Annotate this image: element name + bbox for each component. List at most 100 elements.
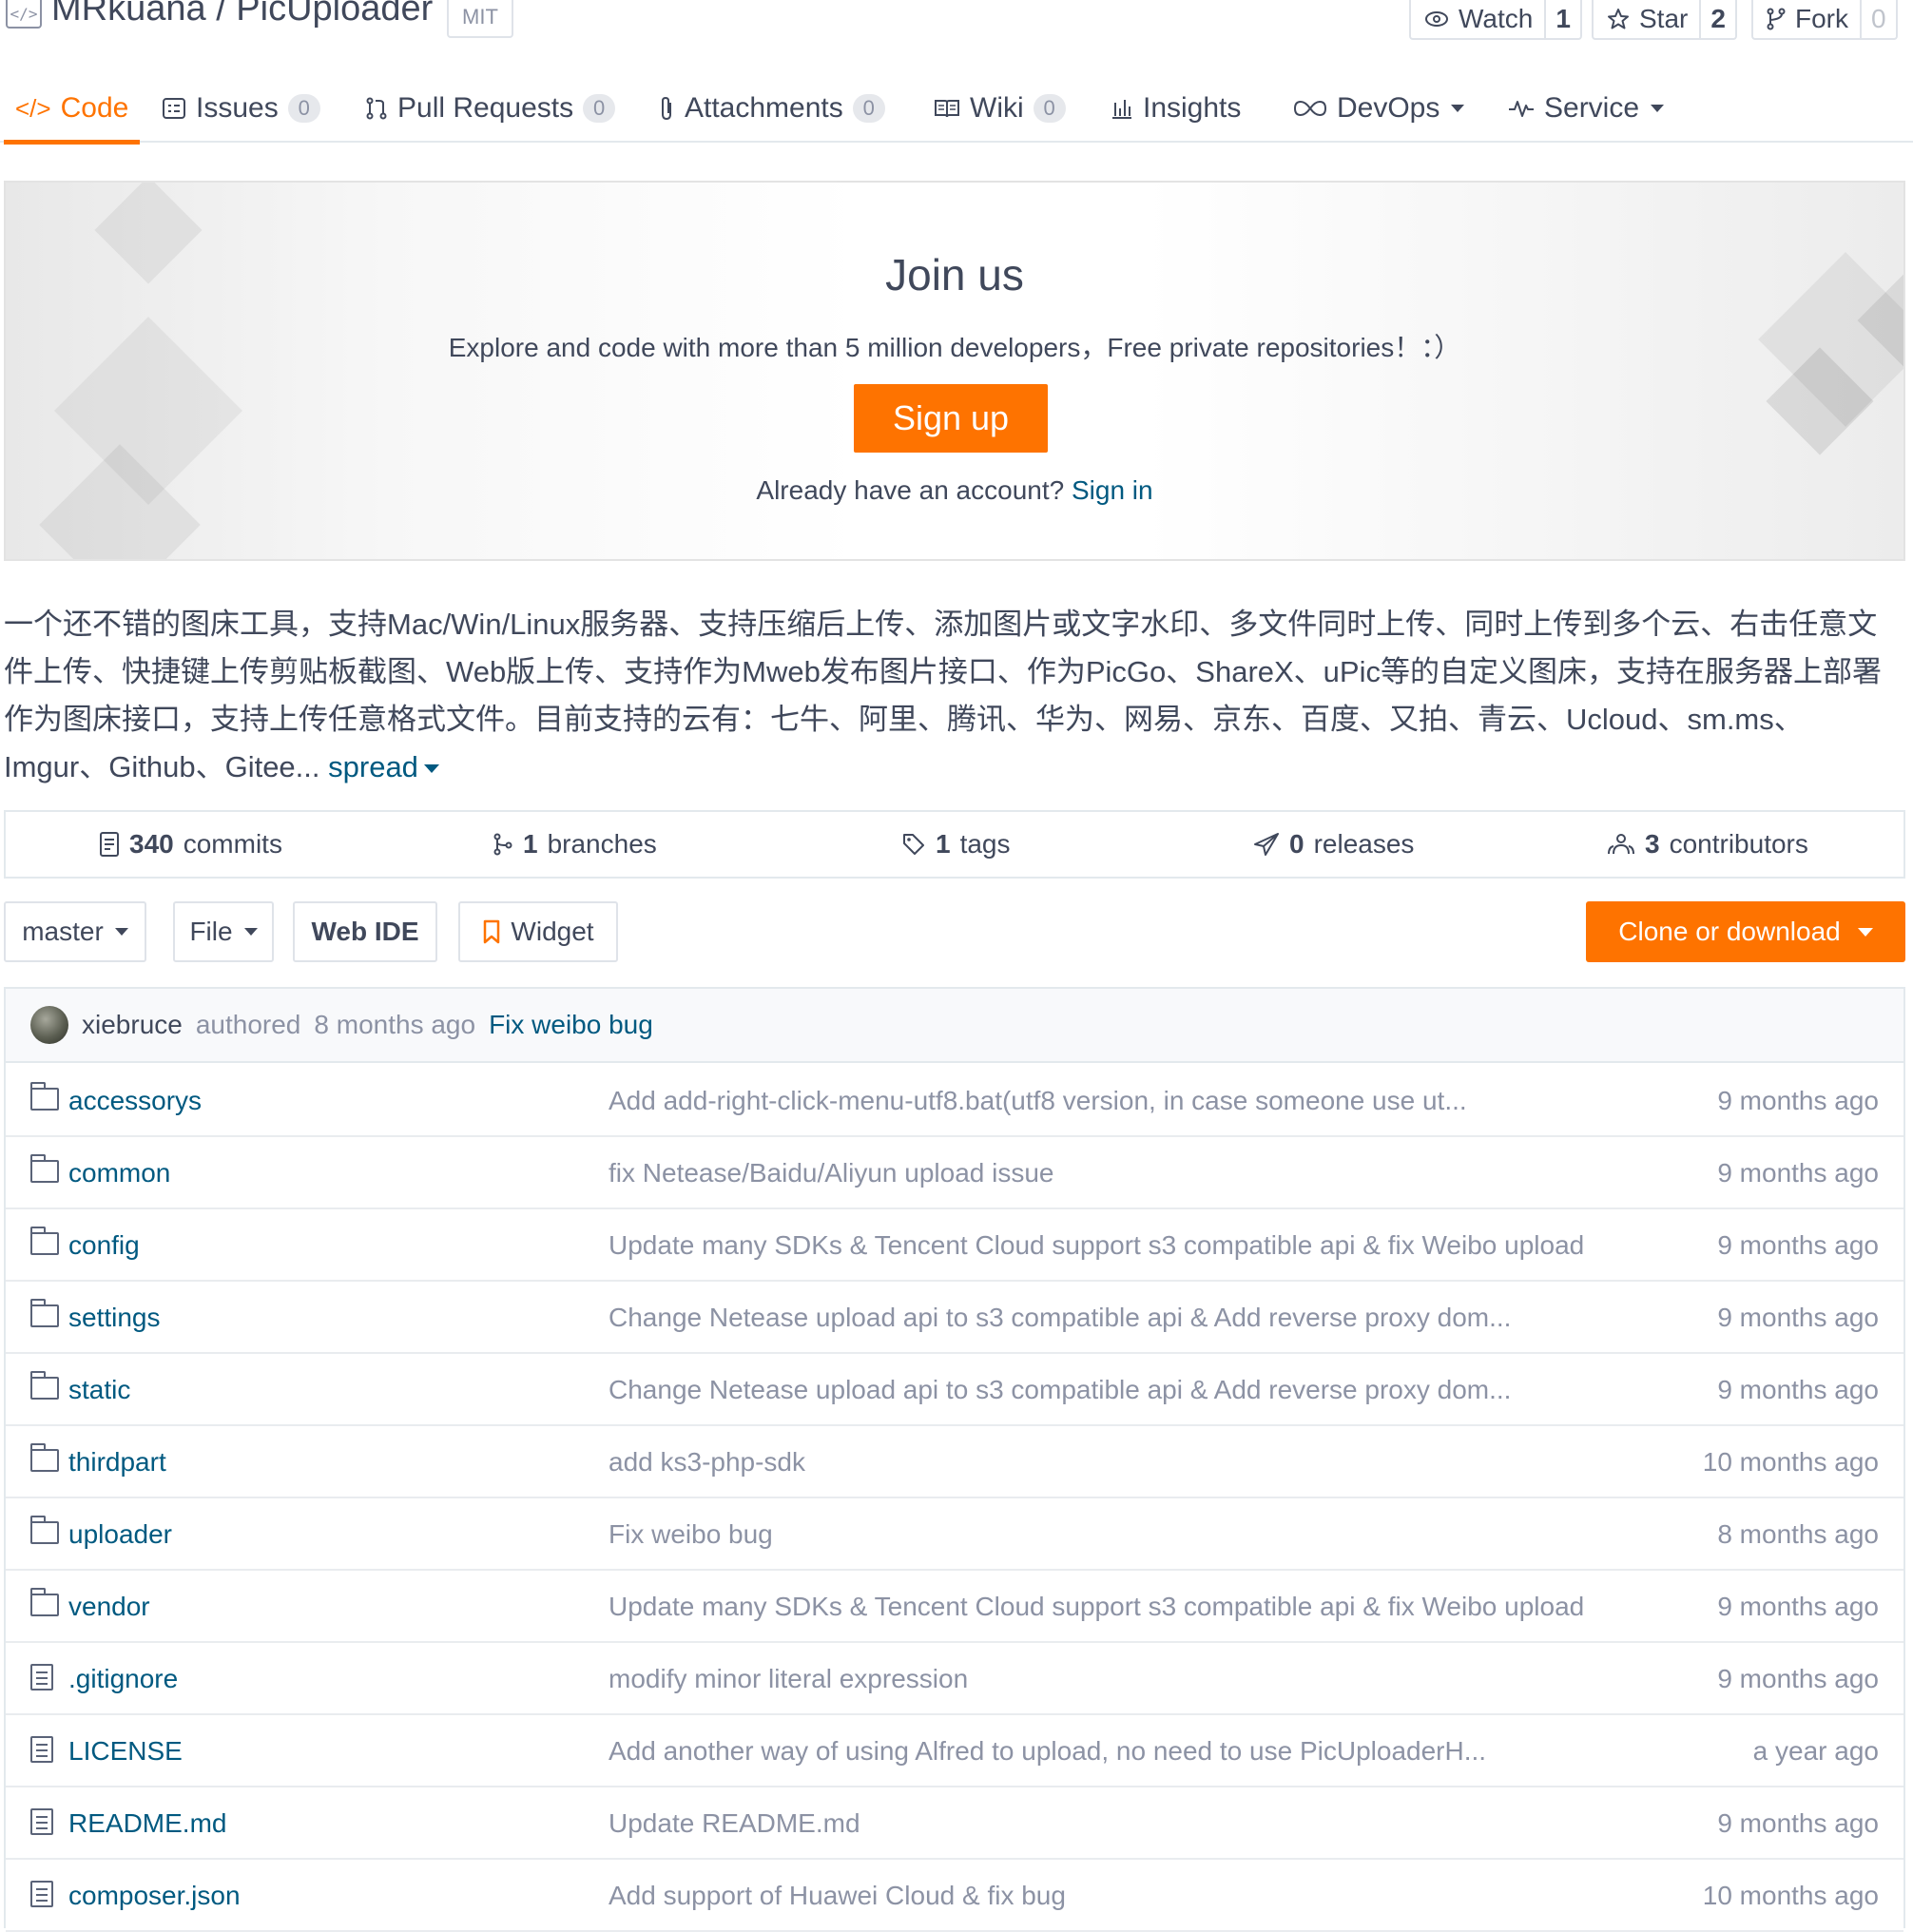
file-name-link[interactable]: config: [68, 1209, 140, 1282]
file-row[interactable]: README.md Update README.md 9 months ago: [6, 1787, 1903, 1860]
file-row[interactable]: common fix Netease/Baidu/Aliyun upload is…: [6, 1137, 1903, 1209]
file-commit-message[interactable]: Change Netease upload api to s3 compatib…: [609, 1282, 1511, 1354]
tab-label: Code: [60, 92, 129, 124]
file-menu-button[interactable]: File: [173, 901, 274, 962]
repo-nav-tabs: </> Code Issues 0 Pull Requests 0 Attach…: [0, 74, 1913, 145]
file-row[interactable]: uploader Fix weibo bug 8 months ago: [6, 1498, 1903, 1571]
widget-button[interactable]: Widget: [458, 901, 618, 962]
file-commit-message[interactable]: Update many SDKs & Tencent Cloud support…: [609, 1571, 1584, 1643]
file-row[interactable]: static Change Netease upload api to s3 co…: [6, 1354, 1903, 1426]
file-list: xiebruce authored 8 months ago Fix weibo…: [4, 987, 1905, 1932]
watch-count[interactable]: 1: [1544, 0, 1580, 38]
eye-icon: [1425, 11, 1448, 27]
file-name-link[interactable]: common: [68, 1137, 170, 1209]
file-row[interactable]: composer.json Add support of Huawei Cloud…: [6, 1860, 1903, 1932]
file-name-link[interactable]: accessorys: [68, 1065, 202, 1137]
file-name-link[interactable]: thirdpart: [68, 1426, 166, 1498]
file-commit-message[interactable]: Add add-right-click-menu-utf8.bat(utf8 v…: [609, 1065, 1467, 1137]
file-name-link[interactable]: static: [68, 1354, 130, 1426]
license-badge[interactable]: MIT: [447, 0, 513, 38]
repo-stats: 340 commits 1 branches 1 tags 0 releases…: [4, 810, 1905, 879]
tab-wiki[interactable]: Wiki 0: [934, 74, 1066, 143]
tab-label: Issues: [196, 92, 279, 124]
banner-subtitle: Explore and code with more than 5 millio…: [448, 333, 1461, 362]
releases-count: 0: [1289, 829, 1304, 859]
contributors-count: 3: [1645, 829, 1660, 859]
file-commit-message[interactable]: modify minor literal expression: [609, 1643, 968, 1715]
stat-contributors[interactable]: 3 contributors: [1607, 812, 1808, 877]
tab-attachments[interactable]: Attachments 0: [658, 74, 885, 143]
chevron-down-icon: [423, 764, 439, 774]
file-commit-message[interactable]: Update README.md: [609, 1787, 860, 1860]
tab-pull-requests[interactable]: Pull Requests 0: [365, 74, 616, 143]
file-row[interactable]: thirdpart add ks3-php-sdk 10 months ago: [6, 1426, 1903, 1498]
file-name-link[interactable]: composer.json: [68, 1860, 241, 1932]
file-row[interactable]: config Update many SDKs & Tencent Cloud s…: [6, 1209, 1903, 1282]
file-row[interactable]: .gitignore modify minor literal expressio…: [6, 1643, 1903, 1715]
tab-label: DevOps: [1337, 92, 1440, 124]
branch-select[interactable]: master: [4, 901, 146, 962]
file-commit-time: 9 months ago: [1717, 1158, 1879, 1188]
branches-count: 1: [523, 829, 538, 859]
commit-author[interactable]: xiebruce: [82, 1010, 183, 1040]
fork-label: Fork: [1795, 4, 1848, 33]
file-commit-time: a year ago: [1752, 1736, 1879, 1766]
file-commit-message[interactable]: Add support of Huawei Cloud & fix bug: [609, 1860, 1066, 1932]
tab-insights[interactable]: Insights: [1111, 74, 1241, 143]
file-row[interactable]: vendor Update many SDKs & Tencent Cloud s…: [6, 1571, 1903, 1643]
file-commit-message[interactable]: Fix weibo bug: [609, 1498, 773, 1571]
file-commit-time: 9 months ago: [1717, 1303, 1879, 1332]
watch-button[interactable]: Watch 1: [1409, 0, 1582, 40]
repo-title[interactable]: MRkuana / PicUploader: [51, 0, 433, 29]
tab-label: Wiki: [970, 92, 1024, 124]
star-button[interactable]: Star 2: [1592, 0, 1737, 40]
file-name-link[interactable]: uploader: [68, 1498, 172, 1571]
tags-count: 1: [936, 829, 951, 859]
file-name-link[interactable]: settings: [68, 1282, 161, 1354]
stat-tags[interactable]: 1 tags: [901, 812, 1011, 877]
spread-label: spread: [328, 750, 418, 783]
file-name-link[interactable]: LICENSE: [68, 1715, 183, 1787]
description-text: 一个还不错的图床工具，支持Mac/Win/Linux服务器、支持压缩后上传、添加…: [4, 608, 1882, 783]
file-name-link[interactable]: vendor: [68, 1571, 150, 1643]
spread-toggle[interactable]: spread: [328, 750, 439, 783]
commits-count: 340: [129, 829, 174, 859]
fork-count[interactable]: 0: [1860, 0, 1896, 38]
file-name-link[interactable]: .gitignore: [68, 1643, 178, 1715]
tab-label: Attachments: [685, 92, 843, 124]
contributors-label: contributors: [1669, 829, 1808, 859]
signup-button[interactable]: Sign up: [854, 384, 1048, 453]
clone-download-button[interactable]: Clone or download: [1586, 901, 1905, 962]
file-row[interactable]: settings Change Netease upload api to s3 …: [6, 1282, 1903, 1354]
file-commit-message[interactable]: Change Netease upload api to s3 compatib…: [609, 1354, 1511, 1426]
web-ide-button[interactable]: Web IDE: [293, 901, 437, 962]
repository-icon: </>: [6, 0, 42, 29]
stat-branches[interactable]: 1 branches: [493, 812, 657, 877]
file-commit-message[interactable]: Add another way of using Alfred to uploa…: [609, 1715, 1486, 1787]
chevron-down-icon: [1651, 105, 1665, 112]
stat-commits[interactable]: 340 commits: [99, 812, 282, 877]
fork-button[interactable]: Fork 0: [1751, 0, 1898, 40]
stat-releases[interactable]: 0 releases: [1253, 812, 1414, 877]
commit-action: authored: [195, 1010, 301, 1039]
file-name-link[interactable]: README.md: [68, 1787, 226, 1860]
file-commit-message[interactable]: add ks3-php-sdk: [609, 1426, 805, 1498]
signin-link[interactable]: Sign in: [1072, 475, 1153, 505]
file-row[interactable]: LICENSE Add another way of using Alfred t…: [6, 1715, 1903, 1787]
tab-devops[interactable]: DevOps: [1293, 74, 1465, 143]
file-commit-message[interactable]: fix Netease/Baidu/Aliyun upload issue: [609, 1137, 1054, 1209]
tab-code[interactable]: </> Code: [3, 74, 141, 145]
branches-label: branches: [547, 829, 657, 859]
star-count[interactable]: 2: [1699, 0, 1735, 38]
tab-service[interactable]: Service: [1508, 74, 1665, 143]
file-commit-message[interactable]: Update many SDKs & Tencent Cloud support…: [609, 1209, 1584, 1282]
account-prompt-text: Already have an account?: [756, 475, 1065, 505]
commit-message[interactable]: Fix weibo bug: [489, 1010, 653, 1040]
avatar[interactable]: [30, 1006, 68, 1044]
branch-icon: [493, 833, 512, 856]
widget-label: Widget: [511, 917, 594, 946]
tab-issues[interactable]: Issues 0: [162, 74, 320, 143]
chevron-down-icon: [1857, 927, 1873, 937]
file-row[interactable]: accessorys Add add-right-click-menu-utf8.…: [6, 1065, 1903, 1137]
file-commit-time: 9 months ago: [1717, 1664, 1879, 1693]
